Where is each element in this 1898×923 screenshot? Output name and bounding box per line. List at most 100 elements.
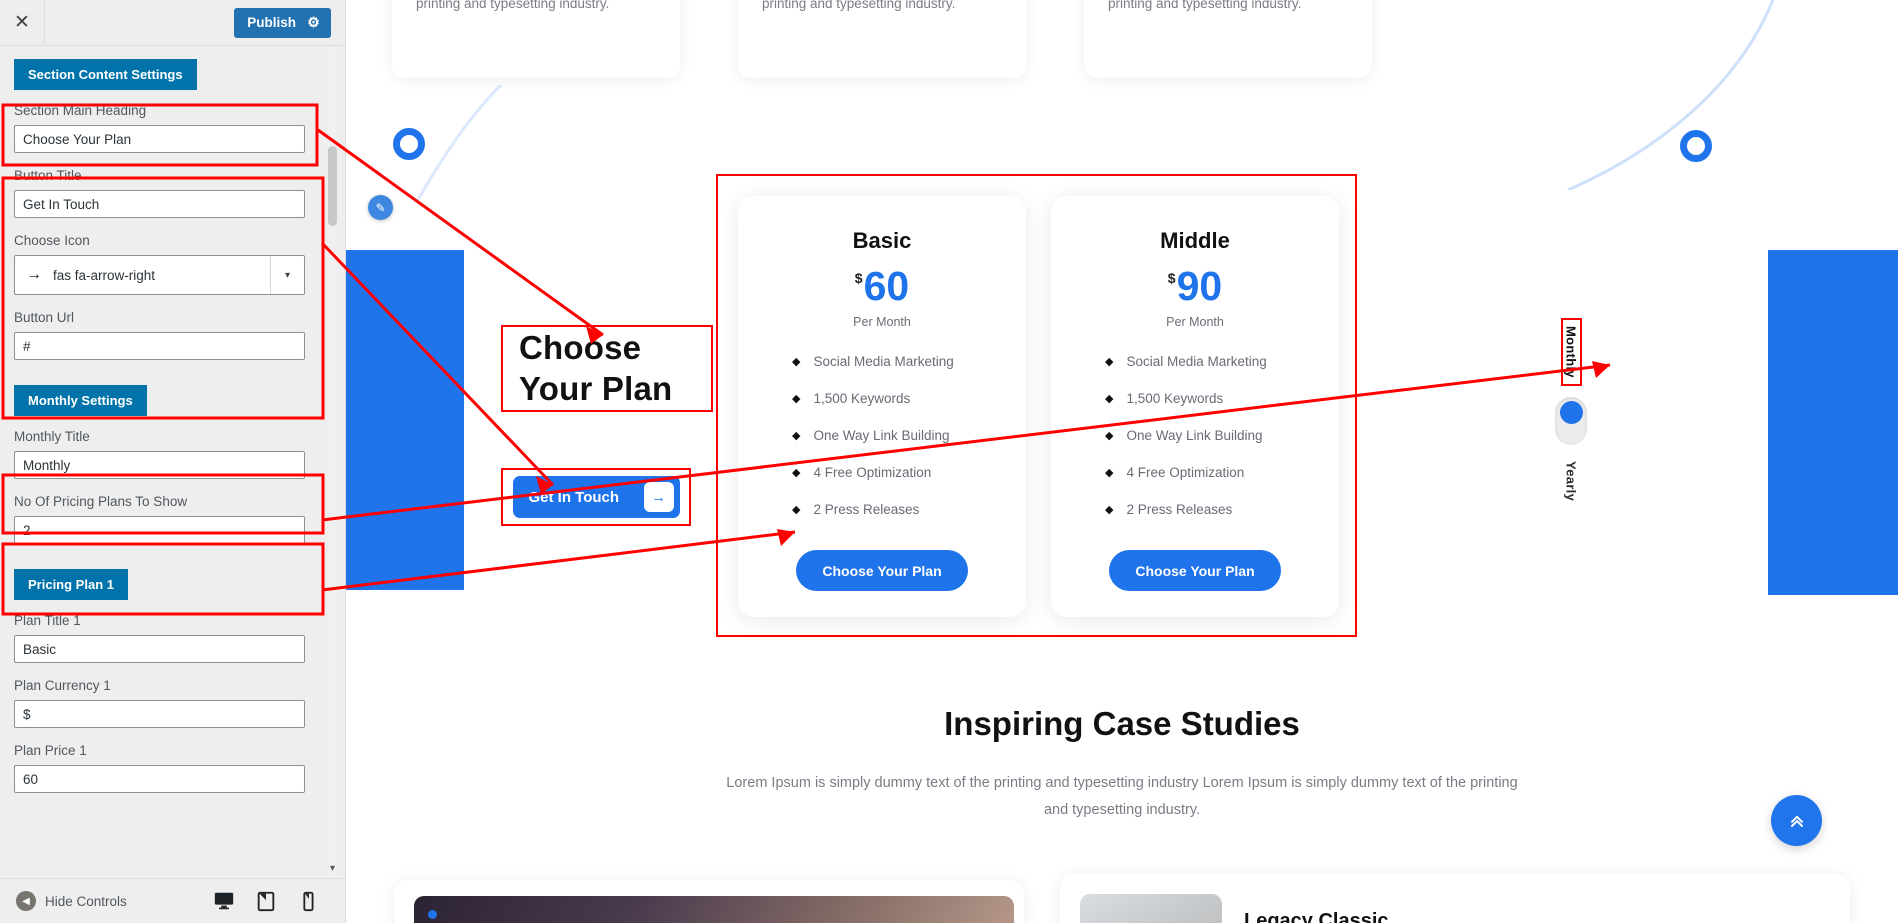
monthly-label-annotation: Monthly: [1560, 318, 1582, 386]
label-monthly-title: Monthly Title: [14, 429, 90, 444]
plan-price: 90: [1176, 263, 1223, 309]
plan-feature-item: ◆ 1,500 Keywords: [792, 391, 1000, 406]
plan-period: Per Month: [853, 314, 911, 329]
publish-button[interactable]: Publish ⚙: [234, 7, 331, 38]
label-no-of-pricing-plans: No Of Pricing Plans To Show: [14, 494, 188, 509]
gear-icon[interactable]: ⚙: [306, 15, 321, 30]
scroll-down-icon[interactable]: ▾: [326, 862, 339, 875]
pricing-card-basic: Basic $ 60 Per Month ◆ Social Media Marke…: [738, 196, 1026, 617]
pricing-plan-1-button[interactable]: Pricing Plan 1: [14, 569, 128, 600]
input-no-of-pricing-plans[interactable]: [14, 516, 305, 544]
field-button-url: Button Url: [10, 307, 309, 372]
plan-feature-label: One Way Link Building: [813, 427, 950, 443]
decorative-blue-block-left: [346, 250, 464, 590]
section-heading-annotation: Choose Your Plan: [501, 325, 713, 412]
plan-feature-item: ◆ 1,500 Keywords: [1105, 391, 1313, 406]
toggle-monthly-label[interactable]: Monthly: [1564, 326, 1579, 378]
section-content-settings-button[interactable]: Section Content Settings: [14, 59, 197, 90]
get-in-touch-annotation: Get In Touch →: [501, 468, 691, 526]
customizer-sidebar: ✕ Publish ⚙ Section Content Settings Sec…: [0, 0, 346, 923]
plan-currency: $: [1167, 270, 1176, 286]
case-study-card-left[interactable]: [394, 880, 1024, 923]
billing-period-toggle: Monthly Yearly: [1541, 318, 1601, 538]
pricing-card-middle: Middle $ 90 Per Month ◆ Social Media Mark…: [1051, 196, 1339, 617]
get-in-touch-button[interactable]: Get In Touch →: [512, 476, 680, 518]
plan-price: 60: [863, 263, 910, 309]
tablet-icon[interactable]: [255, 890, 277, 912]
choose-your-plan-button[interactable]: Choose Your Plan: [796, 550, 968, 591]
field-button-title: Button Title: [10, 165, 309, 230]
hide-controls-button[interactable]: ◀ Hide Controls: [16, 891, 127, 911]
sidebar-scrollbar-thumb[interactable]: [328, 146, 337, 226]
decorative-swoosh-left: [406, 85, 566, 205]
site-preview: printing and typesetting industry.Lorem …: [346, 0, 1898, 923]
collapse-left-icon: ◀: [16, 891, 36, 911]
plan-feature-list: ◆ Social Media Marketing ◆ 1,500 Keywords …: [1077, 354, 1313, 539]
close-icon[interactable]: ✕: [0, 0, 45, 45]
field-plan-price-1: Plan Price 1: [10, 740, 309, 805]
diamond-bullet-icon: ◆: [792, 392, 801, 405]
pricing-plans-row: Basic $ 60 Per Month ◆ Social Media Marke…: [738, 196, 1339, 617]
input-plan-price-1[interactable]: [14, 765, 305, 793]
field-plan-currency-1: Plan Currency 1: [10, 675, 309, 740]
plan-title: Basic: [852, 228, 912, 253]
field-plan-title-1: Plan Title 1: [10, 610, 309, 675]
toggle-yearly-label[interactable]: Yearly: [1564, 461, 1579, 501]
sidebar-header: ✕ Publish ⚙: [0, 0, 345, 46]
case-study-right-title: Legacy Classic: [1244, 910, 1389, 923]
icon-select-value: fas fa-arrow-right: [53, 267, 156, 283]
desktop-icon[interactable]: [213, 890, 235, 912]
input-monthly-title[interactable]: [14, 451, 305, 479]
label-button-url: Button Url: [14, 310, 75, 325]
diamond-bullet-icon: ◆: [1105, 355, 1114, 368]
mobile-icon[interactable]: [297, 890, 319, 912]
plan-price-block: $ 60: [855, 263, 910, 309]
diamond-bullet-icon: ◆: [1105, 466, 1114, 479]
arrow-right-icon: →: [26, 266, 42, 283]
choose-your-plan-button[interactable]: Choose Your Plan: [1109, 550, 1281, 591]
chevron-down-icon[interactable]: ▾: [270, 256, 304, 294]
toggle-switch[interactable]: [1555, 396, 1587, 445]
plan-feature-item: ◆ One Way Link Building: [1105, 428, 1313, 443]
case-study-card-right[interactable]: Legacy Classic: [1060, 874, 1850, 923]
monthly-settings-button[interactable]: Monthly Settings: [14, 385, 147, 416]
plan-feature-item: ◆ 4 Free Optimization: [1105, 465, 1313, 480]
plan-feature-label: 4 Free Optimization: [1126, 464, 1245, 480]
case-studies-title: Inspiring Case Studies: [944, 705, 1300, 742]
field-section-main-heading: Section Main Heading: [10, 100, 309, 165]
publish-label: Publish: [247, 15, 296, 30]
plan-price-block: $ 90: [1167, 263, 1223, 309]
diamond-bullet-icon: ◆: [792, 466, 801, 479]
decorative-ring-left: [393, 128, 425, 160]
plan-feature-label: 2 Press Releases: [1126, 501, 1233, 517]
diamond-bullet-icon: ◆: [792, 355, 801, 368]
input-plan-title-1[interactable]: [14, 635, 305, 663]
plan-period: Per Month: [1166, 314, 1224, 329]
diamond-bullet-icon: ◆: [1105, 503, 1114, 516]
icon-select-dropdown[interactable]: → fas fa-arrow-right ▾: [14, 255, 305, 295]
arrow-right-icon: →: [643, 482, 674, 512]
section-heading-line1: Choose: [519, 328, 642, 366]
label-choose-icon: Choose Icon: [14, 233, 90, 248]
input-section-main-heading[interactable]: [14, 125, 305, 153]
input-plan-currency-1[interactable]: [14, 700, 305, 728]
edit-pencil-icon[interactable]: ✎: [368, 195, 393, 220]
diamond-bullet-icon: ◆: [792, 503, 801, 516]
plan-feature-label: One Way Link Building: [1126, 427, 1263, 443]
diamond-bullet-icon: ◆: [1105, 429, 1114, 442]
device-preview-icons: [213, 890, 329, 912]
input-button-url[interactable]: [14, 332, 305, 360]
label-plan-currency-1: Plan Currency 1: [14, 678, 111, 693]
plan-title: Middle: [1160, 228, 1230, 253]
play-dot-icon: [428, 910, 437, 919]
sidebar-footer: ◀ Hide Controls: [0, 878, 345, 923]
plan-feature-item: ◆ 2 Press Releases: [792, 502, 1000, 517]
label-plan-title-1: Plan Title 1: [14, 613, 81, 628]
toggle-knob[interactable]: [1559, 400, 1583, 424]
case-study-thumbnail: [1080, 894, 1222, 923]
plan-feature-label: 4 Free Optimization: [813, 464, 932, 480]
input-button-title[interactable]: [14, 190, 305, 218]
scroll-to-top-button[interactable]: [1771, 795, 1822, 846]
label-button-title: Button Title: [14, 168, 82, 183]
case-study-image: [414, 896, 1014, 923]
